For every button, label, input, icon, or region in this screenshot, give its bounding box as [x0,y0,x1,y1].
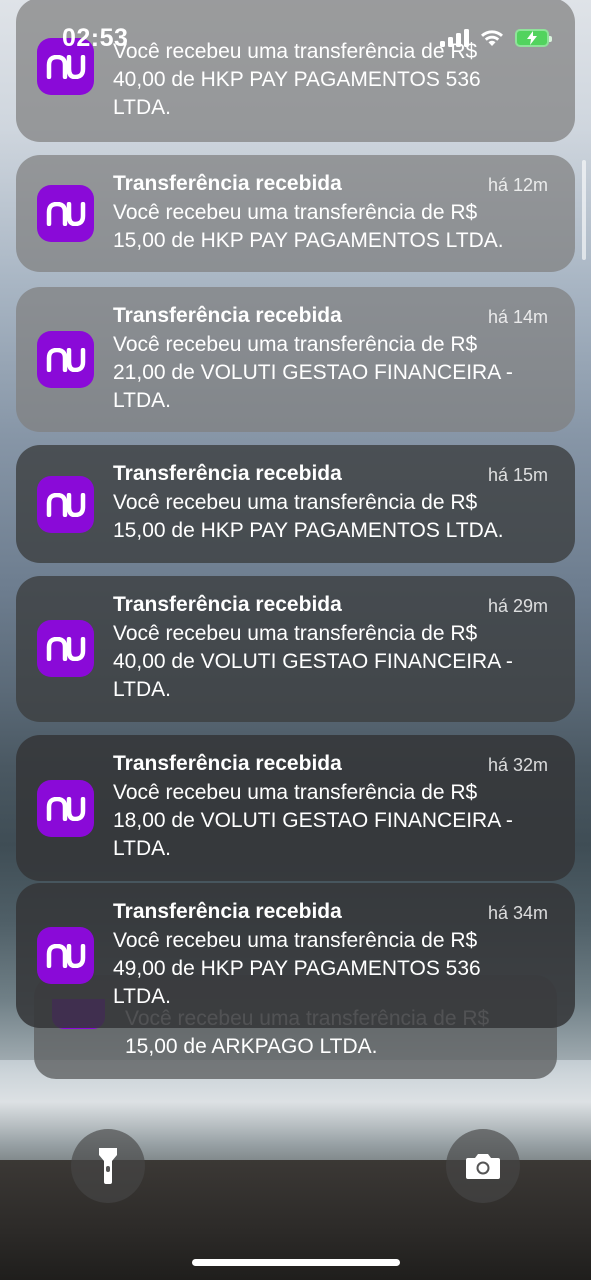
status-bar: 02:53 [0,0,591,80]
battery-charging-icon [515,29,552,47]
notification-card[interactable]: Transferência recebida há 32m Você receb… [16,735,575,881]
nubank-app-icon [37,620,94,677]
notification-card[interactable]: Transferência recebida há 34m Você receb… [16,883,575,1028]
status-time: 02:53 [62,24,129,52]
camera-icon [466,1154,500,1179]
notification-time: há 34m [487,903,548,923]
cellular-signal-icon [440,29,469,47]
home-indicator[interactable] [192,1259,400,1266]
nubank-app-icon [37,185,94,242]
notification-card[interactable]: Transferência recebida há 15m Você receb… [16,445,575,563]
notification-body: Você recebeu uma transferência de R$ 40,… [113,622,513,701]
flashlight-icon [99,1148,117,1184]
camera-button[interactable] [446,1129,520,1203]
notification-body: Você recebeu uma transferência de R$ 21,… [113,333,513,412]
notification-title: Transferência recebida [113,172,342,195]
notification-title: Transferência recebida [113,593,342,616]
notification-title: Transferência recebida [113,900,342,923]
nubank-app-icon [37,331,94,388]
notification-time: há 32m [487,755,548,775]
nubank-app-icon [37,780,94,837]
notification-body: Você recebeu uma transferência de R$ 49,… [113,929,481,1008]
notification-time: há 15m [487,465,548,485]
notification-title: Transferência recebida [113,304,342,327]
notification-body: Você recebeu uma transferência de R$ 18,… [113,781,513,860]
notification-body: Você recebeu uma transferência de R$ 15,… [113,201,504,252]
scroll-indicator[interactable] [582,160,586,260]
notification-card[interactable]: Transferência recebida há 14m Você receb… [16,287,575,432]
nubank-app-icon [37,927,94,984]
status-icons [440,28,552,48]
nubank-app-icon [37,476,94,533]
notification-title: Transferência recebida [113,752,342,775]
notification-time: há 14m [487,307,548,327]
notification-title: Transferência recebida [113,462,342,485]
notification-card[interactable]: Transferência recebida há 12m Você receb… [16,155,575,272]
flashlight-button[interactable] [71,1129,145,1203]
notification-body: Você recebeu uma transferência de R$ 15,… [113,491,504,542]
notification-card[interactable]: Transferência recebida há 29m Você receb… [16,576,575,722]
notification-time: há 29m [487,596,548,616]
wifi-icon [481,30,503,46]
notification-time: há 12m [487,175,548,195]
